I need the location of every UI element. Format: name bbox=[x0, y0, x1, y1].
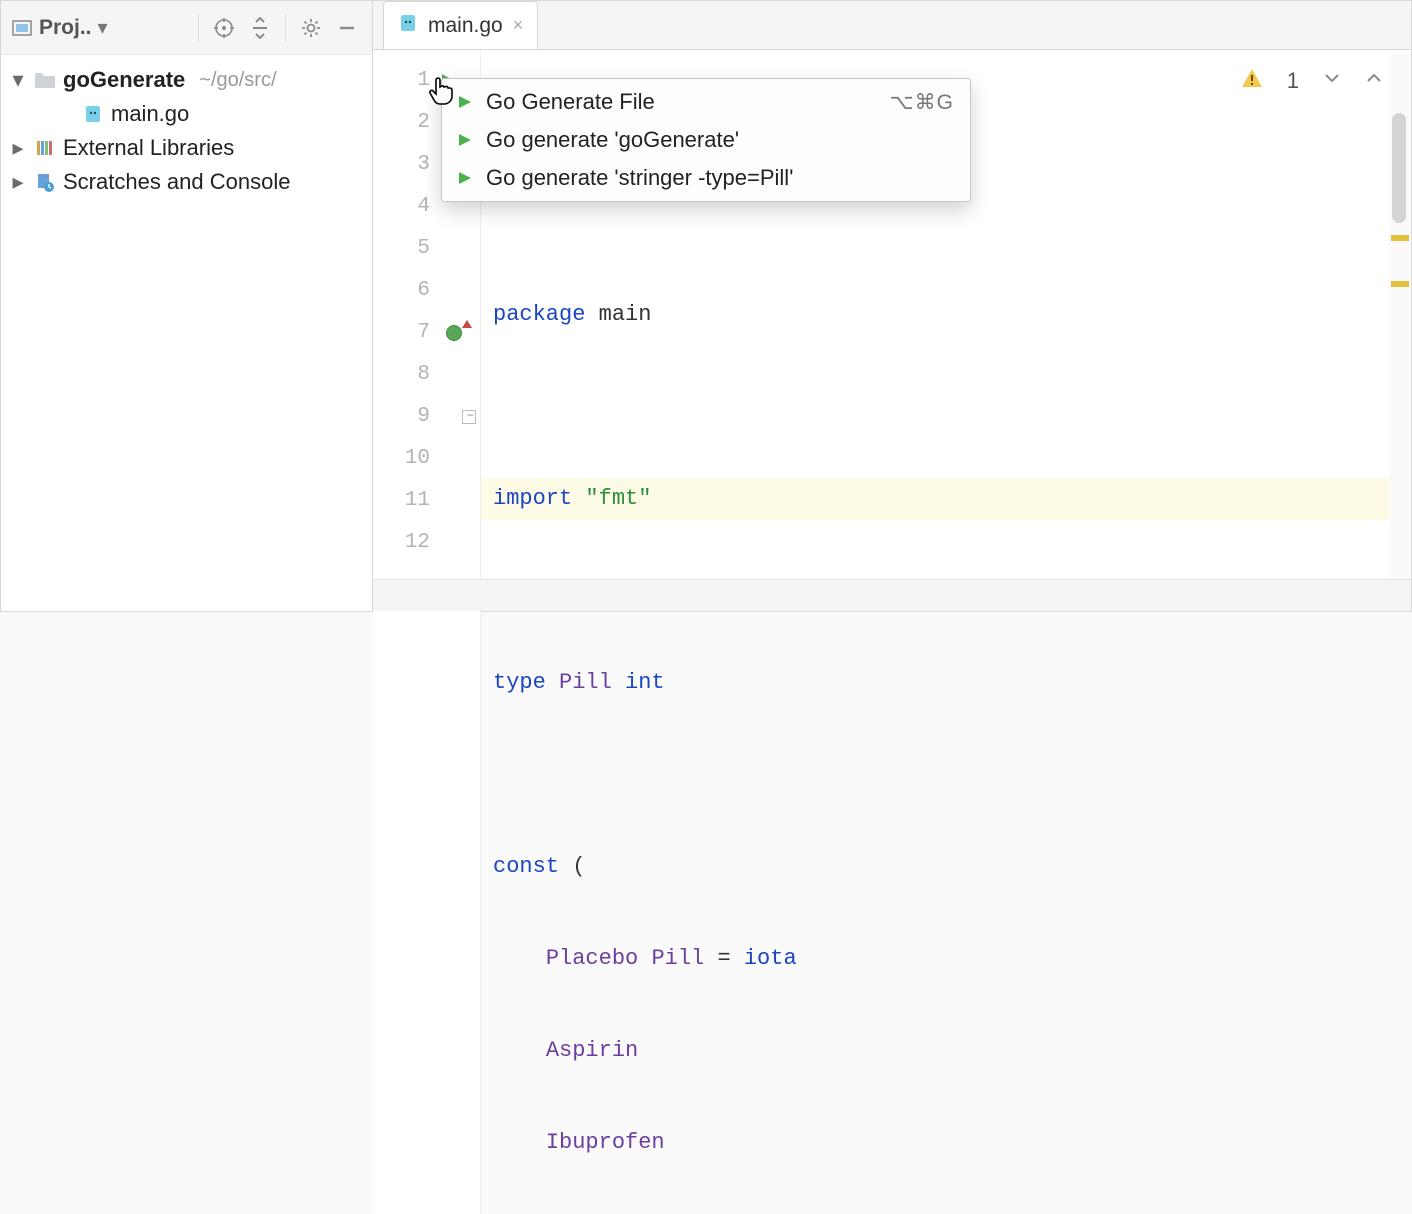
menu-item-go-generate-stringer[interactable]: Go generate 'stringer -type=Pill' bbox=[442, 159, 970, 197]
tree-external-libraries[interactable]: ▸ External Libraries bbox=[5, 131, 368, 165]
line-number[interactable]: 6 bbox=[373, 270, 480, 312]
line-number[interactable]: 5 bbox=[373, 228, 480, 270]
separator bbox=[198, 14, 199, 42]
menu-item-go-generate-project[interactable]: Go generate 'goGenerate' bbox=[442, 121, 970, 159]
run-context-menu: Go Generate File ⌥⌘G Go generate 'goGene… bbox=[441, 78, 971, 202]
play-icon bbox=[458, 171, 472, 185]
line-number[interactable]: 9 bbox=[373, 396, 480, 438]
project-view-dropdown-icon[interactable]: ▾ bbox=[98, 15, 108, 40]
warning-marker[interactable] bbox=[1391, 281, 1409, 287]
warning-marker[interactable] bbox=[1391, 235, 1409, 241]
code-line[interactable]: Aspirin bbox=[493, 1030, 1411, 1072]
chevron-right-icon[interactable]: ▸ bbox=[9, 135, 27, 161]
code-line[interactable]: type Pill int bbox=[493, 662, 1411, 704]
chevron-right-icon[interactable]: ▸ bbox=[9, 169, 27, 195]
play-icon bbox=[458, 95, 472, 109]
go-file-icon bbox=[398, 13, 418, 39]
menu-item-shortcut: ⌥⌘G bbox=[889, 90, 954, 115]
implements-up-icon[interactable] bbox=[462, 320, 472, 328]
warning-count: 1 bbox=[1287, 68, 1299, 94]
code-line[interactable] bbox=[493, 386, 1411, 428]
editor-tab-bar: main.go × bbox=[373, 1, 1411, 50]
line-number[interactable]: 7 bbox=[373, 312, 480, 354]
tree-node-label: Scratches and Console bbox=[63, 169, 290, 195]
tree-node-path: ~/go/src/ bbox=[199, 69, 276, 92]
tree-node-label: External Libraries bbox=[63, 135, 234, 161]
inspection-widget[interactable]: 1 bbox=[1241, 67, 1383, 95]
libraries-icon bbox=[33, 136, 57, 160]
code-line[interactable]: const ( bbox=[493, 846, 1411, 888]
tree-scratches[interactable]: ▸ Scratches and Console bbox=[5, 165, 368, 199]
project-view-icon bbox=[11, 17, 33, 39]
code-line[interactable]: Placebo Pill = iota bbox=[493, 938, 1411, 980]
project-header-label[interactable]: Proj.. bbox=[39, 16, 92, 40]
code-line[interactable] bbox=[493, 202, 1411, 244]
code-area[interactable]: //go:generate stringer -type=Pill packag… bbox=[481, 50, 1411, 1214]
project-header: Proj.. ▾ bbox=[1, 1, 372, 55]
close-icon[interactable]: × bbox=[513, 15, 524, 36]
chevron-down-icon[interactable]: ▾ bbox=[9, 67, 27, 93]
status-bar bbox=[373, 579, 1411, 611]
error-stripe[interactable] bbox=[1389, 55, 1411, 579]
project-tree[interactable]: ▾ goGenerate ~/go/src/ main.go ▸ Externa… bbox=[1, 55, 372, 207]
line-number[interactable]: 8 bbox=[373, 354, 480, 396]
menu-item-go-generate-file[interactable]: Go Generate File ⌥⌘G bbox=[442, 83, 970, 121]
tree-node-label: goGenerate bbox=[63, 67, 185, 93]
tree-root-goGenerate[interactable]: ▾ goGenerate ~/go/src/ bbox=[5, 63, 368, 97]
menu-item-label: Go generate 'goGenerate' bbox=[486, 127, 739, 153]
scratches-icon bbox=[33, 170, 57, 194]
menu-item-label: Go Generate File bbox=[486, 89, 655, 115]
editor-tab-main-go[interactable]: main.go × bbox=[383, 1, 538, 49]
line-number[interactable]: 11 bbox=[373, 480, 480, 522]
gear-icon[interactable] bbox=[296, 13, 326, 43]
go-file-icon bbox=[81, 102, 105, 126]
chevron-up-icon[interactable] bbox=[1365, 69, 1383, 93]
expand-all-icon[interactable] bbox=[245, 13, 275, 43]
editor-body: 1 2 3 4 5 6 7 8 9 10 11 12 //go:generate… bbox=[373, 50, 1411, 1214]
scrollbar-thumb[interactable] bbox=[1392, 113, 1406, 223]
tree-node-label: main.go bbox=[111, 101, 189, 127]
chevron-down-icon[interactable] bbox=[1323, 69, 1341, 93]
code-line[interactable]: Ibuprofen bbox=[493, 1122, 1411, 1164]
play-icon bbox=[458, 133, 472, 147]
warning-icon bbox=[1241, 67, 1263, 95]
target-icon[interactable] bbox=[209, 13, 239, 43]
code-line[interactable]: import "fmt" bbox=[481, 478, 1411, 520]
code-line[interactable]: package main bbox=[493, 294, 1411, 336]
tab-label: main.go bbox=[428, 14, 503, 38]
separator bbox=[285, 14, 286, 42]
gutter[interactable]: 1 2 3 4 5 6 7 8 9 10 11 12 bbox=[373, 50, 481, 1214]
tree-file-main-go[interactable]: main.go bbox=[5, 97, 368, 131]
folder-icon bbox=[33, 68, 57, 92]
project-tool-window: Proj.. ▾ ▾ goGenerate ~/go/src/ bbox=[1, 1, 373, 611]
line-number[interactable]: 10 bbox=[373, 438, 480, 480]
minimize-icon[interactable] bbox=[332, 13, 362, 43]
line-number[interactable]: 12 bbox=[373, 522, 480, 564]
menu-item-label: Go generate 'stringer -type=Pill' bbox=[486, 165, 793, 191]
code-line[interactable] bbox=[493, 754, 1411, 796]
